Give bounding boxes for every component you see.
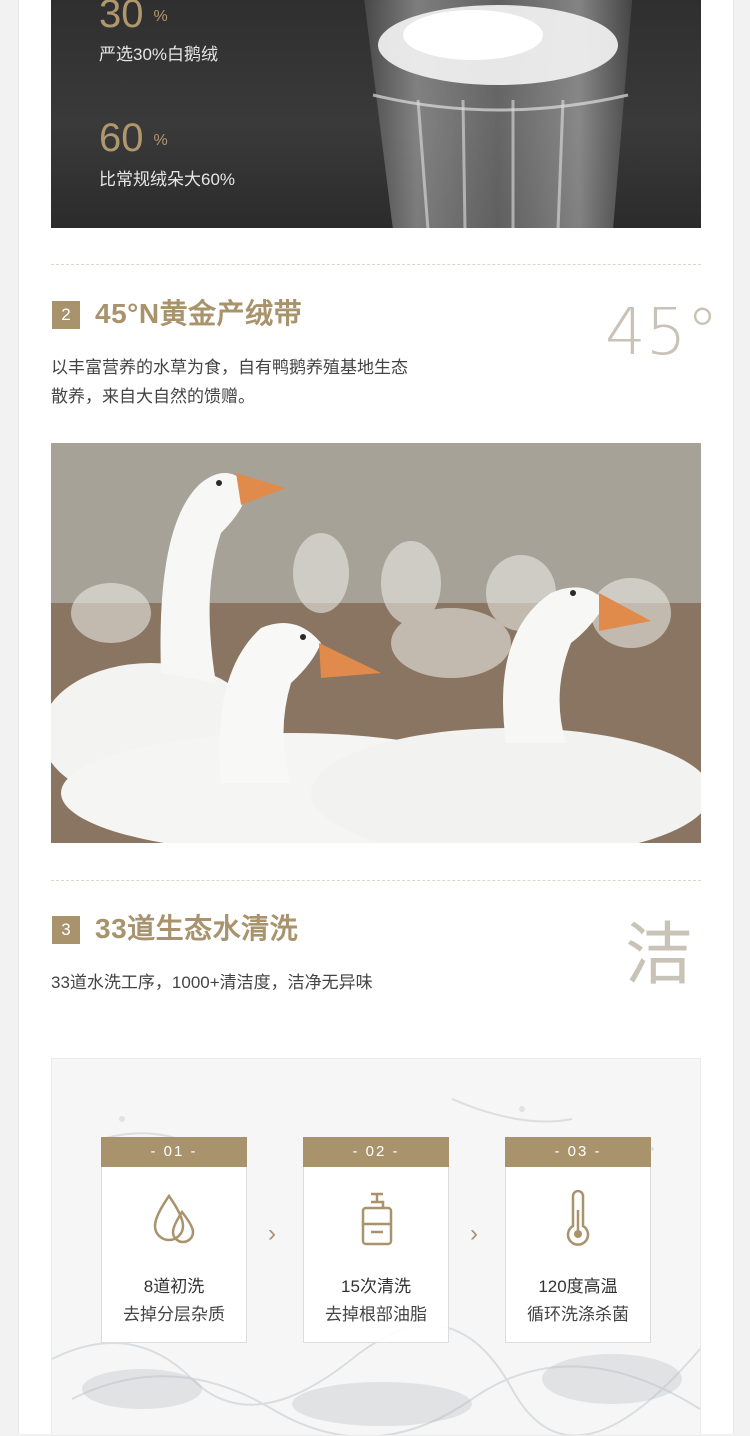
stat-30: 30% [99,0,168,34]
stat-desc: 比常规绒朵大60% [99,170,236,189]
section-title: 33道生态水清洗 [95,913,299,944]
glass-of-down-image [364,0,633,228]
step-detail: 去掉分层杂质 [123,1305,225,1324]
step-detail: 去掉根部油脂 [325,1305,427,1324]
section-description: 以丰富营养的水草为食，自有鸭鹅养殖基地生态 散养，来自大自然的馈赠。 [51,353,471,411]
step-title: 120度高温 [538,1277,618,1296]
thermometer-icon [566,1190,590,1246]
step-arrow: › [470,1220,478,1247]
step-detail: 循环洗涤杀菌 [527,1305,629,1324]
stat-desc: 严选30%白鹅绒 [99,45,219,64]
section-divider [51,264,701,265]
clean-character-decoration: 洁 [625,916,694,995]
section-description: 33道水洗工序，1000+清洁度，洁净无异味 [51,973,373,992]
geese-flock-photo [51,443,701,843]
stat-unit: % [153,8,168,25]
step-title: 8道初洗 [143,1277,205,1296]
product-detail-page: 30% 严选30%白鹅绒 60% 比常规绒朵大60% 2 45°N黄金产绒带 以… [18,0,734,1436]
stat-number: 60 [99,116,144,160]
description-line: 以丰富营养的水草为食，自有鸭鹅养殖基地生态 [51,358,408,377]
wash-step-card: - 01 - 8道初洗 去掉分层杂质 [101,1137,247,1343]
section-number-badge: 2 [52,301,80,329]
stat-unit: % [153,132,168,149]
wash-step-card: - 02 - 15次清洗 去掉根部油脂 [303,1137,449,1343]
section-number-badge: 3 [52,916,80,944]
latitude-decoration: 45° [605,296,719,370]
detergent-bottle-icon [361,1192,393,1246]
section-title: 45°N黄金产绒带 [95,298,303,329]
description-line: 散养，来自大自然的馈赠。 [51,387,255,406]
step-number: - 01 - [101,1137,247,1167]
step-title: 15次清洗 [341,1277,411,1296]
section-divider [51,880,701,881]
down-stats-banner: 30% 严选30%白鹅绒 60% 比常规绒朵大60% [51,0,701,228]
step-arrow: › [268,1220,276,1247]
step-number: - 02 - [303,1137,449,1167]
wash-step-card: - 03 - 120度高温 循环洗涤杀菌 [505,1137,651,1343]
step-number: - 03 - [505,1137,651,1167]
stat-number: 30 [99,0,144,36]
water-drops-icon [153,1193,195,1244]
wash-process-panel: - 01 - 8道初洗 去掉分层杂质 › - 02 - 15次清洗 去掉根部油脂… [51,1058,701,1436]
stat-60: 60% [99,118,168,158]
